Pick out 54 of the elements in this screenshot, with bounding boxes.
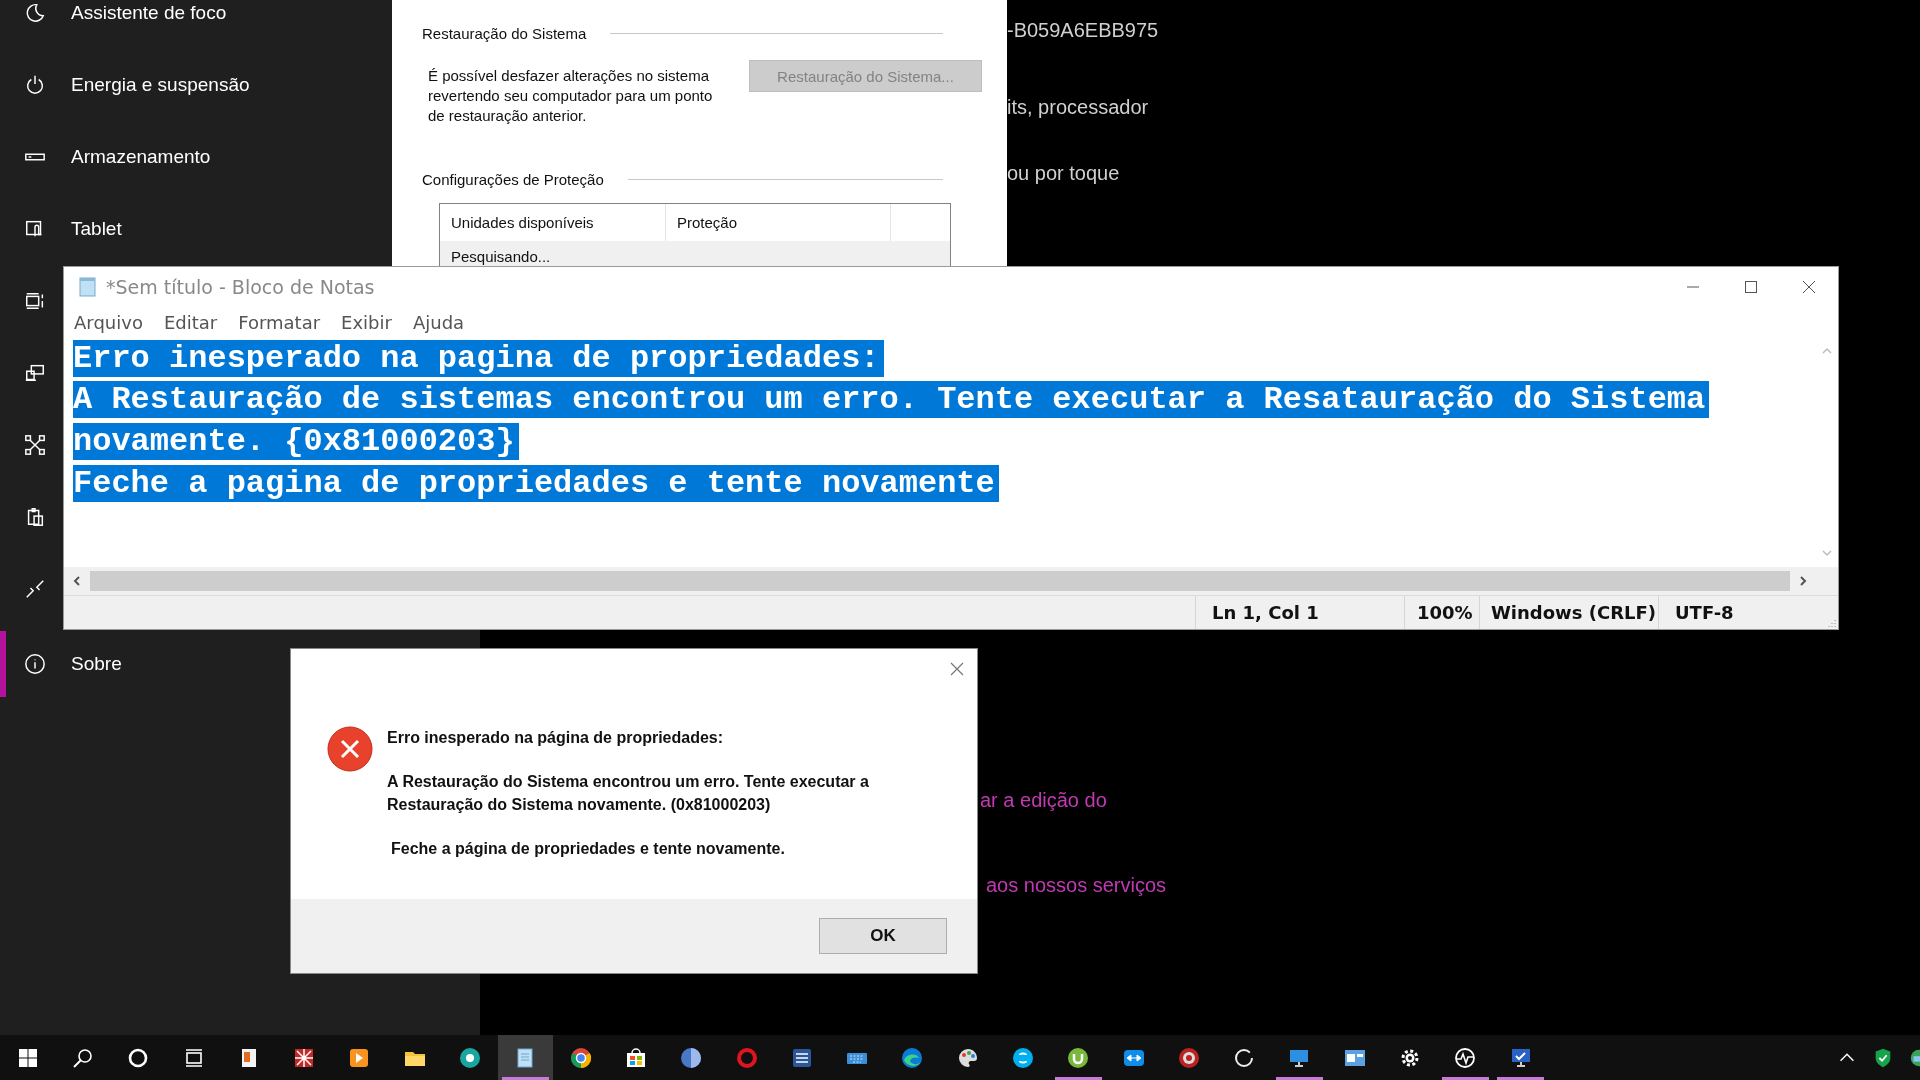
- remote-icon: [24, 578, 46, 600]
- menu-item[interactable]: Editar: [163, 311, 218, 333]
- info-icon: [24, 653, 46, 675]
- circle-logo-icon: [1066, 1045, 1091, 1070]
- status-cell: Ln 1, Col 1: [1195, 596, 1404, 629]
- device-id-text: -B059A6EBB975: [1007, 18, 1159, 43]
- minimize-icon: [1687, 286, 1699, 289]
- settings-link[interactable]: ar a edição do: [980, 789, 1107, 811]
- disc-icon: [1176, 1045, 1201, 1070]
- sidebar-item[interactable]: Sobre: [0, 631, 290, 697]
- network-icon: [24, 434, 46, 456]
- taskbar-button[interactable]: [497, 1035, 553, 1080]
- globe-icon: [679, 1045, 704, 1070]
- status-cell: Windows (CRLF): [1479, 596, 1658, 629]
- system-type-text: its, processador: [1007, 95, 1149, 120]
- sidebar-item[interactable]: Tablet: [0, 193, 392, 265]
- status-cell: UTF-8: [1658, 596, 1838, 629]
- power-icon: [24, 74, 46, 96]
- pen-touch-text: ou por toque: [1007, 161, 1120, 186]
- moon-icon: [24, 2, 46, 24]
- menu-item[interactable]: Arquivo: [74, 311, 143, 333]
- restore-description: É possível desfazer alterações no sistema revertendo seu computador para um ponto de restauração anterior.: [428, 66, 714, 126]
- scrollbar-thumb[interactable]: [90, 571, 1790, 592]
- sidebar-item[interactable]: Armazenamento: [0, 121, 392, 193]
- projection-icon: [24, 362, 46, 384]
- sidebar-item[interactable]: Energia e suspensão: [0, 49, 392, 121]
- wave-icon: [900, 1045, 925, 1070]
- status-cell: 100%: [1404, 596, 1479, 629]
- dialog-hint: Feche a página de propriedades e tente novamente.: [391, 839, 786, 859]
- dialog-message: A Restauração do Sistema encontrou um erro. Tente executar a Restauração do Sistema novamente. (0x81000203): [387, 772, 870, 815]
- close-icon[interactable]: [949, 661, 965, 677]
- window-title: *Sem título - Bloco de Notas: [106, 276, 375, 299]
- scroll-left-icon[interactable]: [71, 575, 83, 588]
- error-icon: [327, 726, 373, 772]
- round-app-icon: [458, 1045, 482, 1070]
- segmented-circle-icon: [568, 1045, 593, 1070]
- scroll-right-icon[interactable]: [1797, 575, 1809, 588]
- menu-item[interactable]: Formatar: [238, 311, 321, 333]
- multitask-icon: [24, 290, 46, 312]
- settings-link[interactable]: aos nossos serviços: [986, 874, 1167, 896]
- maximize-icon: [1743, 279, 1759, 296]
- ring-icon: [734, 1045, 759, 1070]
- ok-button[interactable]: OK: [819, 918, 947, 954]
- menu-item[interactable]: Exibir: [341, 311, 392, 333]
- group-title: Configurações de Proteção: [422, 171, 604, 188]
- resize-grip-icon[interactable]: [1826, 617, 1836, 627]
- pulse-icon: [1453, 1045, 1478, 1070]
- table-cell: Pesquisando...: [451, 247, 551, 265]
- close-icon: [1801, 279, 1817, 296]
- group-title: Restauração do Sistema: [422, 25, 587, 42]
- sidebar-item[interactable]: Assistente de foco: [0, 0, 392, 49]
- dialog-heading: Erro inesperado na página de propriedades:: [387, 728, 725, 748]
- menu-item[interactable]: Ajuda: [412, 311, 465, 333]
- chat-bubble-icon: [1011, 1045, 1035, 1070]
